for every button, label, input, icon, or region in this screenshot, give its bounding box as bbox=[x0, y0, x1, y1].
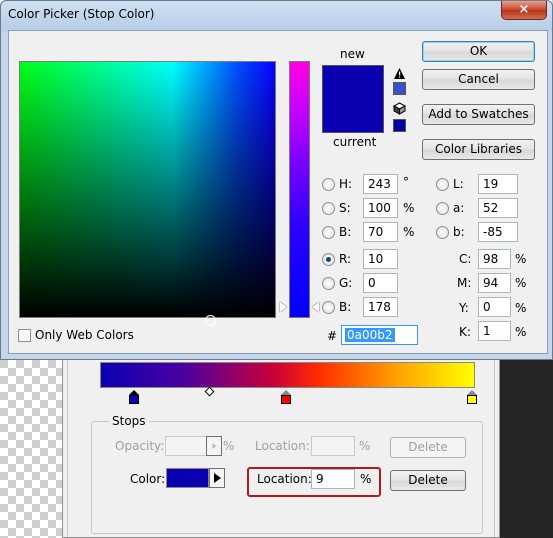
hue-field[interactable]: 243 bbox=[363, 174, 398, 194]
color-field[interactable] bbox=[19, 61, 276, 326]
black-field[interactable]: 1 bbox=[478, 321, 511, 341]
location-field[interactable]: 9 bbox=[311, 469, 355, 489]
location-label-disabled: Location: bbox=[255, 439, 310, 453]
gradient-bar[interactable] bbox=[100, 362, 475, 388]
blue-field[interactable]: 178 bbox=[363, 297, 398, 317]
new-current-preview bbox=[322, 65, 384, 133]
yellow-unit: % bbox=[515, 301, 527, 315]
magenta-label: M: bbox=[457, 276, 472, 290]
color-stop-2-swatch bbox=[281, 395, 291, 404]
new-color-preview bbox=[323, 66, 383, 99]
black-unit: % bbox=[515, 325, 527, 339]
hex-value: 0a00b2 bbox=[345, 328, 395, 342]
hue-unit: ° bbox=[403, 175, 409, 189]
ok-button[interactable]: OK bbox=[422, 41, 535, 62]
lab-b-field[interactable]: -85 bbox=[478, 222, 518, 242]
radio-lab-b[interactable] bbox=[436, 226, 449, 239]
hue-slider[interactable] bbox=[289, 61, 310, 318]
color-field-cursor[interactable] bbox=[205, 315, 216, 326]
red-label: R: bbox=[339, 252, 352, 266]
stop-color-menu-button[interactable] bbox=[209, 468, 225, 488]
hue-slider-left-arrow[interactable] bbox=[280, 302, 287, 312]
location-label: Location: bbox=[257, 472, 312, 486]
yellow-field[interactable]: 0 bbox=[478, 297, 511, 317]
color-label: Color: bbox=[130, 472, 166, 486]
opacity-label: Opacity: bbox=[115, 439, 165, 453]
gamut-warning-swatch[interactable] bbox=[393, 82, 406, 95]
add-to-swatches-button[interactable]: Add to Swatches bbox=[422, 104, 535, 125]
color-stop-3[interactable] bbox=[467, 390, 478, 404]
opacity-dropdown-button[interactable] bbox=[206, 436, 222, 456]
brightness-label: B: bbox=[339, 225, 352, 239]
hue-slider-right-arrow[interactable] bbox=[312, 302, 319, 312]
location-unit: % bbox=[360, 472, 372, 486]
close-icon: × bbox=[518, 2, 530, 17]
only-web-colors-checkbox[interactable] bbox=[18, 329, 31, 342]
red-field[interactable]: 10 bbox=[363, 249, 398, 269]
magenta-unit: % bbox=[515, 276, 527, 290]
yellow-label: Y: bbox=[459, 301, 469, 315]
cyan-unit: % bbox=[515, 252, 527, 266]
dialog-title: Color Picker (Stop Color) bbox=[8, 7, 155, 21]
web-safe-cube-icon[interactable] bbox=[393, 102, 406, 115]
close-button[interactable]: × bbox=[501, 1, 547, 20]
radio-l[interactable] bbox=[436, 178, 449, 191]
dialog-client-area: new current OK Cancel Add to Swatches Co… bbox=[8, 30, 548, 354]
new-label: new bbox=[340, 47, 365, 61]
location-unit-disabled: % bbox=[359, 439, 371, 453]
saturation-label: S: bbox=[339, 201, 351, 215]
lab-l-label: L: bbox=[453, 177, 464, 191]
delete-button[interactable]: Delete bbox=[390, 470, 466, 491]
web-safe-swatch[interactable] bbox=[393, 119, 406, 132]
color-libraries-button[interactable]: Color Libraries bbox=[422, 139, 535, 160]
green-field[interactable]: 0 bbox=[363, 273, 398, 293]
color-stop-1[interactable] bbox=[129, 390, 140, 404]
lab-l-field[interactable]: 19 bbox=[478, 174, 518, 194]
dark-background bbox=[500, 360, 553, 538]
stop-color-swatch[interactable] bbox=[166, 468, 209, 488]
brightness-field[interactable]: 70 bbox=[363, 222, 398, 242]
hex-field[interactable]: 0a00b2 bbox=[341, 325, 418, 345]
brightness-unit: % bbox=[403, 225, 415, 239]
lab-b-label: b: bbox=[453, 225, 465, 239]
radio-brightness[interactable] bbox=[322, 226, 335, 239]
opacity-field[interactable] bbox=[165, 436, 207, 456]
radio-s[interactable] bbox=[322, 202, 335, 215]
saturation-field[interactable]: 100 bbox=[363, 198, 398, 218]
color-picker-dialog: Color Picker (Stop Color) × new current … bbox=[0, 0, 553, 360]
lab-a-field[interactable]: 52 bbox=[478, 198, 518, 218]
green-label: G: bbox=[339, 276, 353, 290]
hex-label: # bbox=[327, 329, 338, 343]
opacity-unit: % bbox=[223, 439, 235, 453]
hue-label: H: bbox=[339, 177, 353, 191]
current-color-preview[interactable] bbox=[323, 99, 383, 132]
cancel-button[interactable]: Cancel bbox=[422, 69, 535, 90]
arrow-right-icon bbox=[212, 443, 217, 449]
gradient-editor-panel: Stops Opacity: % Location: % Delete Colo… bbox=[67, 356, 495, 537]
radio-h[interactable] bbox=[322, 178, 335, 191]
cyan-field[interactable]: 98 bbox=[478, 249, 511, 269]
radio-a[interactable] bbox=[436, 202, 449, 215]
arrow-right-icon bbox=[214, 473, 221, 483]
lab-a-label: a: bbox=[453, 201, 465, 215]
color-stop-3-swatch bbox=[467, 395, 477, 404]
radio-blue[interactable] bbox=[322, 301, 335, 314]
color-stop-2[interactable] bbox=[281, 390, 292, 404]
location-field-disabled[interactable] bbox=[311, 436, 355, 456]
saturation-unit: % bbox=[403, 201, 415, 215]
current-label: current bbox=[333, 135, 377, 149]
delete-button-disabled[interactable]: Delete bbox=[390, 437, 466, 458]
color-stop-1-swatch bbox=[129, 395, 139, 404]
cyan-label: C: bbox=[459, 252, 472, 266]
radio-r[interactable] bbox=[322, 253, 335, 266]
gradient-editor-window: Stops Opacity: % Location: % Delete Colo… bbox=[62, 355, 500, 538]
stops-legend: Stops bbox=[109, 414, 149, 428]
gamut-warning-icon[interactable] bbox=[393, 67, 406, 80]
black-label: K: bbox=[459, 325, 471, 339]
radio-g[interactable] bbox=[322, 277, 335, 290]
magenta-field[interactable]: 94 bbox=[478, 273, 511, 293]
midpoint-diamond[interactable] bbox=[204, 386, 215, 397]
only-web-colors-label: Only Web Colors bbox=[35, 328, 134, 342]
blue-label: B: bbox=[339, 300, 352, 314]
